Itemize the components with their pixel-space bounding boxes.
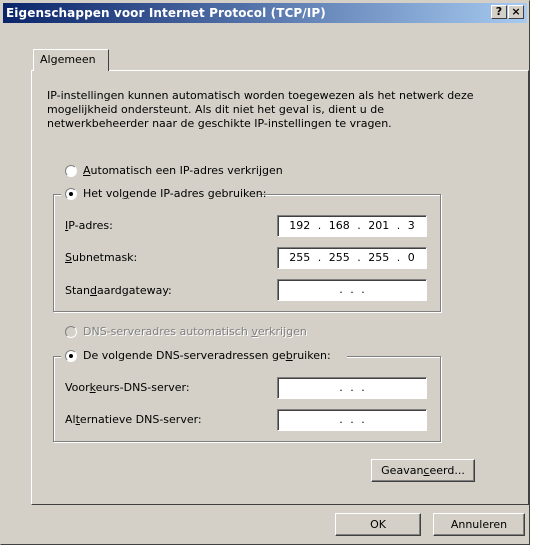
preferred-dns-field[interactable]: . . . bbox=[277, 377, 427, 399]
dns-manual-radio[interactable] bbox=[65, 350, 77, 362]
ip-address-field[interactable]: 192 . 168 . 201 . 3 bbox=[277, 215, 427, 237]
advanced-button[interactable]: Geavanceerd... bbox=[371, 459, 475, 482]
title-bar[interactable]: Eigenschappen voor Internet Protocol (TC… bbox=[3, 3, 527, 23]
ip-manual-label[interactable]: Het volgende IP-adres gebruiken: bbox=[83, 187, 266, 200]
default-gateway-label: Standaardgateway: bbox=[65, 284, 172, 297]
ip-address-label: IP-adres: bbox=[65, 219, 113, 232]
dns-auto-label: DNS-serveradres automatisch verkrijgen bbox=[83, 325, 307, 338]
window-title: Eigenschappen voor Internet Protocol (TC… bbox=[6, 6, 326, 20]
help-button[interactable]: ? bbox=[491, 5, 507, 19]
subnet-mask-label: Subnetmask: bbox=[65, 251, 138, 264]
ip-auto-label[interactable]: Automatisch een IP-adres verkrijgen bbox=[83, 164, 283, 177]
dns-auto-radio bbox=[65, 326, 77, 338]
ip-manual-radio[interactable] bbox=[65, 188, 77, 200]
ip-auto-radio[interactable] bbox=[65, 165, 77, 177]
default-gateway-field[interactable]: . . . bbox=[277, 279, 427, 301]
close-button[interactable]: × bbox=[508, 5, 524, 19]
dialog-window: Eigenschappen voor Internet Protocol (TC… bbox=[0, 0, 530, 545]
tab-algemeen[interactable]: Algemeen bbox=[33, 49, 109, 71]
alternate-dns-field[interactable]: . . . bbox=[277, 409, 427, 431]
preferred-dns-label: Voorkeurs-DNS-server: bbox=[65, 381, 190, 394]
subnet-mask-field[interactable]: 255 . 255 . 255 . 0 bbox=[277, 247, 427, 269]
description-text: IP-instellingen kunnen automatisch worde… bbox=[47, 89, 474, 130]
alternate-dns-label: Alternatieve DNS-server: bbox=[65, 413, 202, 426]
dns-manual-label[interactable]: De volgende DNS-serveradressen gebruiken… bbox=[83, 349, 331, 362]
ok-button[interactable]: OK bbox=[335, 513, 421, 536]
cancel-button[interactable]: Annuleren bbox=[433, 513, 525, 536]
